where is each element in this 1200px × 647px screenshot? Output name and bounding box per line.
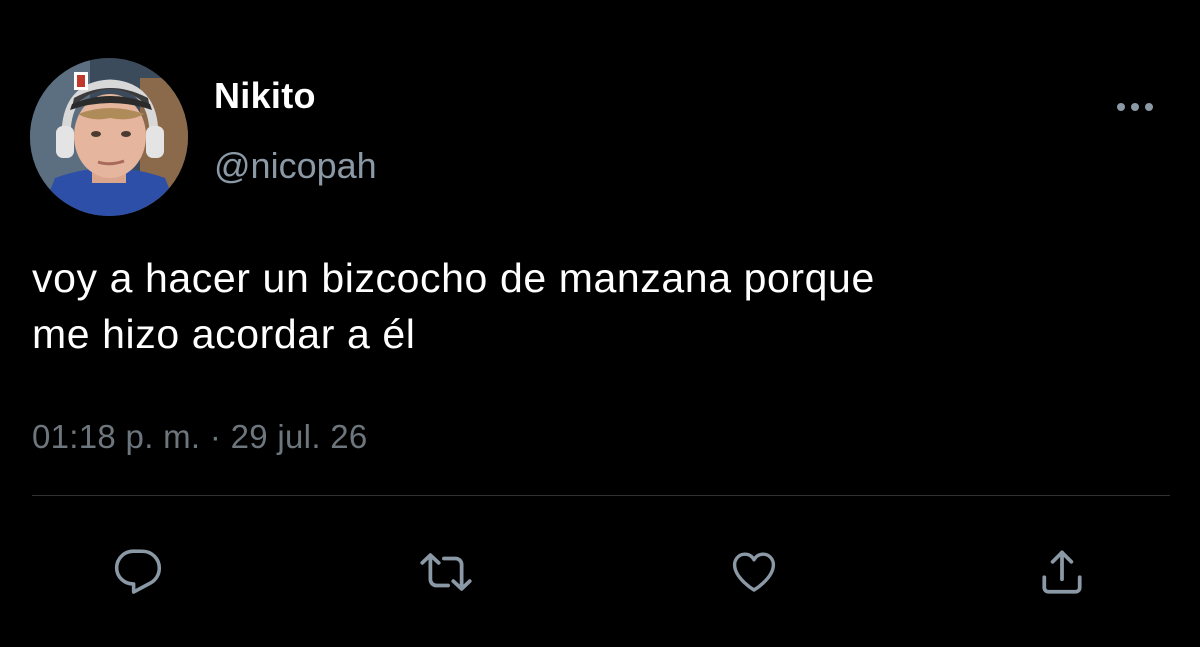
more-horizontal-icon: [1117, 103, 1153, 111]
tweet-timestamp[interactable]: 01:18 p. m. · 29 jul. 26: [32, 415, 368, 459]
user-handle[interactable]: @nicopah: [214, 144, 377, 188]
like-button[interactable]: [724, 544, 784, 600]
avatar-image: [30, 58, 188, 216]
reply-button[interactable]: [108, 544, 168, 600]
avatar[interactable]: [30, 58, 188, 216]
retweet-button[interactable]: [416, 544, 476, 600]
display-name[interactable]: Nikito: [214, 74, 316, 118]
tweet-text: voy a hacer un bizcocho de manzana porqu…: [32, 255, 875, 357]
divider: [32, 495, 1170, 496]
tweet-card: Nikito @nicopah voy a hacer un bizcocho …: [0, 0, 1200, 647]
share-button[interactable]: [1032, 544, 1092, 600]
reply-icon: [114, 549, 162, 594]
retweet-icon: [420, 553, 472, 591]
share-icon: [1042, 550, 1082, 594]
heart-icon: [732, 552, 776, 592]
more-options-button[interactable]: [1110, 92, 1160, 122]
